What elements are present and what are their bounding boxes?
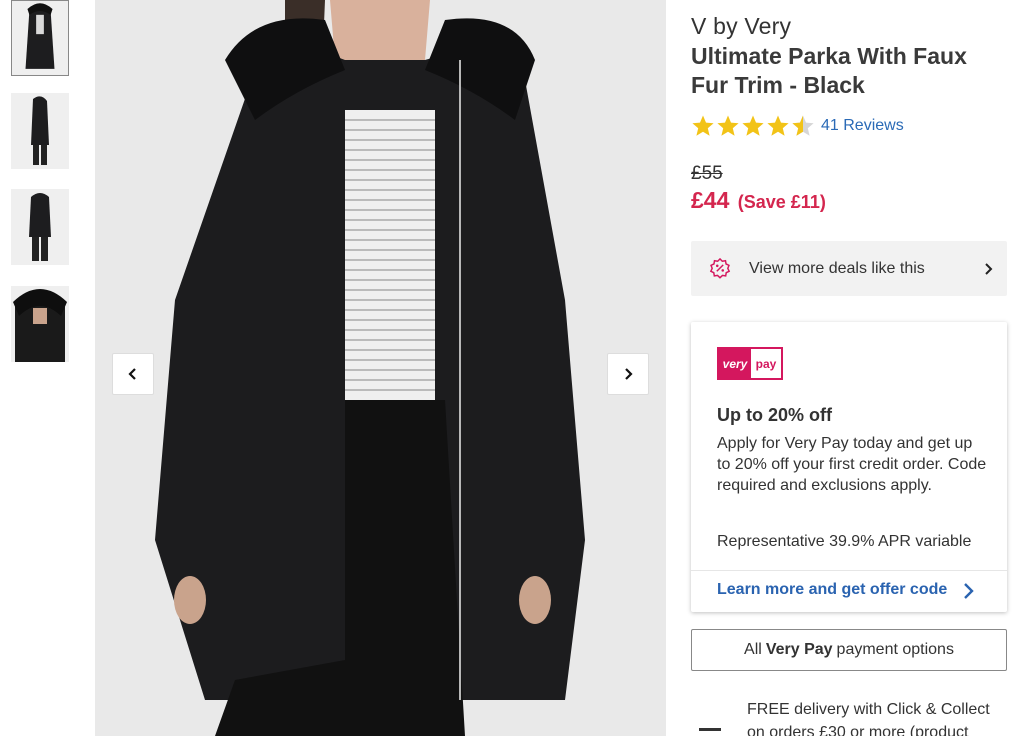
very-pay-offer-card: very pay Up to 20% off Apply for Very Pa…	[691, 322, 1007, 612]
star-full-icon	[692, 115, 714, 136]
very-pay-logo-right: pay	[751, 349, 781, 378]
thumbnail-1[interactable]	[11, 0, 69, 76]
very-pay-logo-left: very	[719, 349, 751, 378]
product-main-image	[95, 0, 666, 736]
offer-description: Apply for Very Pay today and get up to 2…	[717, 435, 987, 494]
rating-row: 41 Reviews	[691, 114, 904, 138]
product-title: Ultimate Parka With Faux Fur Trim - Blac…	[691, 43, 967, 98]
discount-badge-icon	[709, 257, 731, 279]
was-price: £55	[691, 163, 723, 184]
previous-image-button[interactable]	[112, 353, 154, 395]
brand-name[interactable]: V by Very	[691, 13, 791, 40]
now-price-row: £44 (Save £11)	[691, 187, 826, 214]
thumbnail-image	[11, 286, 69, 362]
payment-options-prefix: All	[744, 641, 762, 658]
star-full-icon	[717, 115, 739, 136]
star-full-icon	[742, 115, 764, 136]
parka-photo	[95, 0, 666, 736]
save-amount: (Save £11)	[737, 192, 826, 212]
thumbnail-image	[11, 189, 69, 265]
divider	[691, 570, 1007, 571]
thumbnail-image	[12, 1, 68, 75]
thumbnail-3[interactable]	[11, 189, 69, 265]
very-pay-logo: very pay	[717, 347, 783, 380]
chevron-right-icon	[625, 368, 633, 380]
delivery-info: FREE delivery with Click & Collect on or…	[747, 701, 990, 736]
chevron-left-icon	[128, 368, 136, 380]
next-image-button[interactable]	[607, 353, 649, 395]
now-price: £44	[691, 187, 730, 213]
payment-options-button[interactable]: All Very Pay payment options	[691, 629, 1007, 671]
reviews-link[interactable]: 41 Reviews	[821, 117, 904, 135]
learn-more-link[interactable]: Learn more and get offer code	[717, 581, 947, 599]
star-full-icon	[767, 115, 789, 136]
thumbnail-image	[11, 93, 69, 169]
thumbnail-2[interactable]	[11, 93, 69, 169]
offer-heading: Up to 20% off	[717, 405, 832, 425]
star-half-icon	[792, 115, 814, 136]
star-rating[interactable]	[691, 114, 815, 138]
delivery-icon	[699, 728, 721, 736]
chevron-right-icon[interactable]	[962, 581, 976, 601]
apr-text: Representative 39.9% APR variable	[717, 533, 972, 550]
chevron-right-icon	[985, 262, 993, 275]
thumbnail-4[interactable]	[11, 286, 69, 362]
payment-options-suffix: payment options	[836, 641, 954, 658]
payment-options-bold: Very Pay	[765, 641, 833, 658]
view-more-deals-button[interactable]: View more deals like this	[691, 241, 1007, 296]
deals-label: View more deals like this	[749, 259, 925, 277]
